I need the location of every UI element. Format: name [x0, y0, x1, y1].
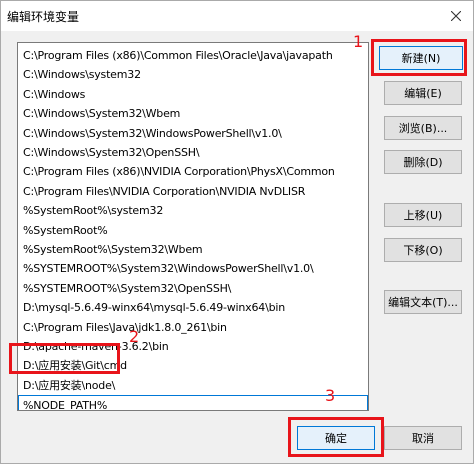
new-button[interactable]: 新建(N): [379, 46, 463, 70]
path-list[interactable]: C:\Program Files (x86)\Common Files\Orac…: [17, 42, 369, 411]
edit-text-button[interactable]: 编辑文本(T)...: [384, 290, 462, 314]
list-item[interactable]: %SYSTEMROOT%\System32\OpenSSH\: [18, 279, 368, 299]
path-edit-field[interactable]: %NODE_PATH%: [18, 395, 368, 410]
list-item[interactable]: C:\Windows\System32\WindowsPowerShell\v1…: [18, 124, 368, 144]
list-item[interactable]: C:\Program Files (x86)\NVIDIA Corporatio…: [18, 162, 368, 182]
move-down-button[interactable]: 下移(O): [384, 238, 462, 262]
browse-button[interactable]: 浏览(B)...: [384, 116, 462, 140]
list-item[interactable]: C:\Windows\system32: [18, 65, 368, 85]
close-button[interactable]: [439, 1, 473, 31]
list-item[interactable]: C:\Program Files\Java\jdk1.8.0_261\bin: [18, 318, 368, 338]
annotation-marker-2: 2: [129, 327, 140, 346]
annotation-marker-3: 3: [325, 386, 336, 405]
annotation-marker-1: 1: [353, 32, 364, 51]
list-item[interactable]: D:\mysql-5.6.49-winx64\mysql-5.6.49-winx…: [18, 298, 368, 318]
list-item[interactable]: %SystemRoot%: [18, 221, 368, 241]
list-item[interactable]: C:\Windows: [18, 85, 368, 105]
list-item[interactable]: D:\应用安装\node\: [18, 376, 368, 396]
window-title: 编辑环境变量: [7, 10, 80, 24]
list-item[interactable]: C:\Windows\System32\OpenSSH\: [18, 143, 368, 163]
delete-button[interactable]: 删除(D): [384, 150, 462, 174]
ok-button[interactable]: 确定: [297, 426, 375, 450]
list-item[interactable]: %SystemRoot%\system32: [18, 201, 368, 221]
list-item[interactable]: D:\apache-maven-3.6.2\bin: [18, 337, 368, 357]
edit-env-variable-dialog: 编辑环境变量 C:\Program Files (x86)\Common Fil…: [0, 0, 474, 464]
list-item[interactable]: C:\Program Files\NVIDIA Corporation\NVID…: [18, 182, 368, 202]
list-item[interactable]: D:\应用安装\Git\cmd: [18, 356, 368, 376]
list-item[interactable]: C:\Program Files (x86)\Common Files\Orac…: [18, 46, 368, 66]
edit-button[interactable]: 编辑(E): [384, 81, 462, 105]
title-bar: 编辑环境变量: [1, 1, 473, 31]
list-item[interactable]: C:\Windows\System32\Wbem: [18, 104, 368, 124]
move-up-button[interactable]: 上移(U): [384, 203, 462, 227]
list-item[interactable]: %SystemRoot%\System32\Wbem: [18, 240, 368, 260]
list-item[interactable]: %SYSTEMROOT%\System32\WindowsPowerShell\…: [18, 259, 368, 279]
close-icon: [451, 11, 461, 21]
cancel-button[interactable]: 取消: [384, 426, 462, 450]
